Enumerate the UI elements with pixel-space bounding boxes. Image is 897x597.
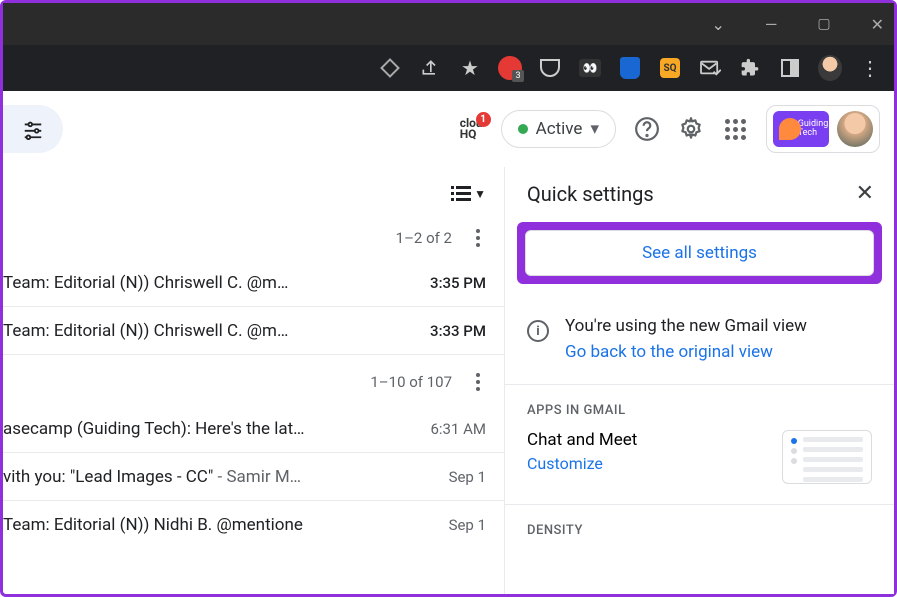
layout-thumbnail[interactable] — [782, 430, 872, 484]
status-chip[interactable]: Active ▾ — [501, 110, 616, 148]
diamond-icon[interactable] — [378, 56, 402, 80]
user-avatar-icon — [837, 111, 873, 147]
apps-grid-icon[interactable] — [722, 116, 748, 142]
chat-meet-row: Chat and Meet Customize — [505, 430, 894, 505]
mail-subject: asecamp (Guiding Tech): Here's the lat… — [3, 419, 418, 439]
extensions-icon[interactable] — [738, 56, 762, 80]
bookmark-star-icon[interactable]: ★ — [458, 56, 482, 80]
mail-row[interactable]: Team: Editorial (N)) Chriswell C. @m… 3:… — [3, 307, 504, 355]
info-icon: i — [527, 320, 549, 342]
mail-time: Sep 1 — [449, 468, 486, 486]
chevron-down-icon[interactable]: ⌄ — [711, 15, 724, 34]
org-badge: GuidingTech — [773, 111, 829, 147]
mail-row[interactable]: asecamp (Guiding Tech): Here's the lat… … — [3, 405, 504, 453]
account-switcher[interactable]: GuidingTech — [766, 105, 880, 153]
minimize-button[interactable]: — — [765, 15, 778, 34]
extension-pocket-icon[interactable] — [538, 56, 562, 80]
browser-menu-icon[interactable]: ⋮ — [858, 56, 882, 80]
mail-list-area: ▼ 1–2 of 2 Team: Editorial (N)) Chriswel… — [3, 167, 504, 594]
section-label-apps: APPS IN GMAIL — [505, 385, 894, 430]
page-count: 1–2 of 2 — [396, 229, 452, 247]
quick-settings-title: Quick settings — [527, 182, 654, 206]
mail-subject: Team: Editorial (N)) Nidhi B. @mentione — [3, 515, 437, 535]
highlighted-action: See all settings — [517, 222, 882, 284]
new-view-message: You're using the new Gmail view — [565, 316, 807, 336]
close-icon[interactable]: ✕ — [856, 181, 874, 206]
section-label-density: DENSITY — [505, 505, 894, 550]
cloudhq-icon[interactable]: clouHQ 1 — [460, 118, 483, 140]
mail-row[interactable]: vith you: "Lead Images - CC" - Samir M… … — [3, 453, 504, 501]
mail-row[interactable]: Team: Editorial (N)) Nidhi B. @mentione … — [3, 501, 504, 549]
mail-subject: Team: Editorial (N)) Chriswell C. @m… — [3, 321, 418, 341]
go-back-link[interactable]: Go back to the original view — [565, 342, 807, 362]
mail-subject: vith you: "Lead Images - CC" - Samir M… — [3, 467, 437, 487]
profile-avatar-icon[interactable] — [818, 56, 842, 80]
status-dot-icon — [518, 124, 528, 134]
help-icon[interactable] — [634, 116, 660, 142]
settings-gear-icon[interactable] — [678, 116, 704, 142]
status-label: Active — [536, 119, 583, 139]
pagination-row: 1–10 of 107 — [3, 355, 504, 405]
more-menu-icon[interactable] — [470, 229, 486, 247]
mail-time: Sep 1 — [449, 516, 486, 534]
maximize-button[interactable]: ▢ — [817, 16, 830, 32]
browser-toolbar: ★ 👀 SQ ⋮ — [3, 45, 894, 91]
new-view-notice: i You're using the new Gmail view Go bac… — [505, 294, 894, 385]
page-count: 1–10 of 107 — [370, 373, 452, 391]
extension-eyes-icon[interactable]: 👀 — [578, 56, 602, 80]
see-all-settings-button[interactable]: See all settings — [525, 230, 874, 276]
extension-shield-icon[interactable] — [618, 56, 642, 80]
chevron-down-icon: ▾ — [590, 119, 599, 139]
quick-settings-panel: Quick settings ✕ See all settings i You'… — [504, 167, 894, 594]
extension-sq-icon[interactable]: SQ — [658, 56, 682, 80]
side-panel-icon[interactable] — [778, 56, 802, 80]
mail-time: 6:31 AM — [430, 420, 486, 438]
extension-adblock-icon[interactable] — [498, 56, 522, 80]
share-icon[interactable] — [418, 56, 442, 80]
search-filters-button[interactable] — [3, 105, 63, 153]
pagination-row: 1–2 of 2 — [3, 221, 504, 259]
gmail-header: clouHQ 1 Active ▾ GuidingTech — [3, 91, 894, 167]
window-titlebar: ⌄ — ▢ ✕ — [3, 3, 894, 45]
extension-mail-icon[interactable] — [698, 56, 722, 80]
main-content: ▼ 1–2 of 2 Team: Editorial (N)) Chriswel… — [3, 167, 894, 594]
mail-row[interactable]: Team: Editorial (N)) Chriswell C. @m… 3:… — [3, 259, 504, 307]
mail-toolbar: ▼ — [3, 167, 504, 221]
customize-link[interactable]: Customize — [527, 454, 637, 473]
mail-time: 3:35 PM — [430, 274, 486, 292]
mail-time: 3:33 PM — [430, 322, 486, 340]
close-window-button[interactable]: ✕ — [871, 15, 884, 34]
chat-meet-label: Chat and Meet — [527, 430, 637, 450]
split-pane-toggle[interactable]: ▼ — [451, 186, 486, 202]
more-menu-icon[interactable] — [470, 373, 486, 391]
mail-subject: Team: Editorial (N)) Chriswell C. @m… — [3, 273, 418, 293]
